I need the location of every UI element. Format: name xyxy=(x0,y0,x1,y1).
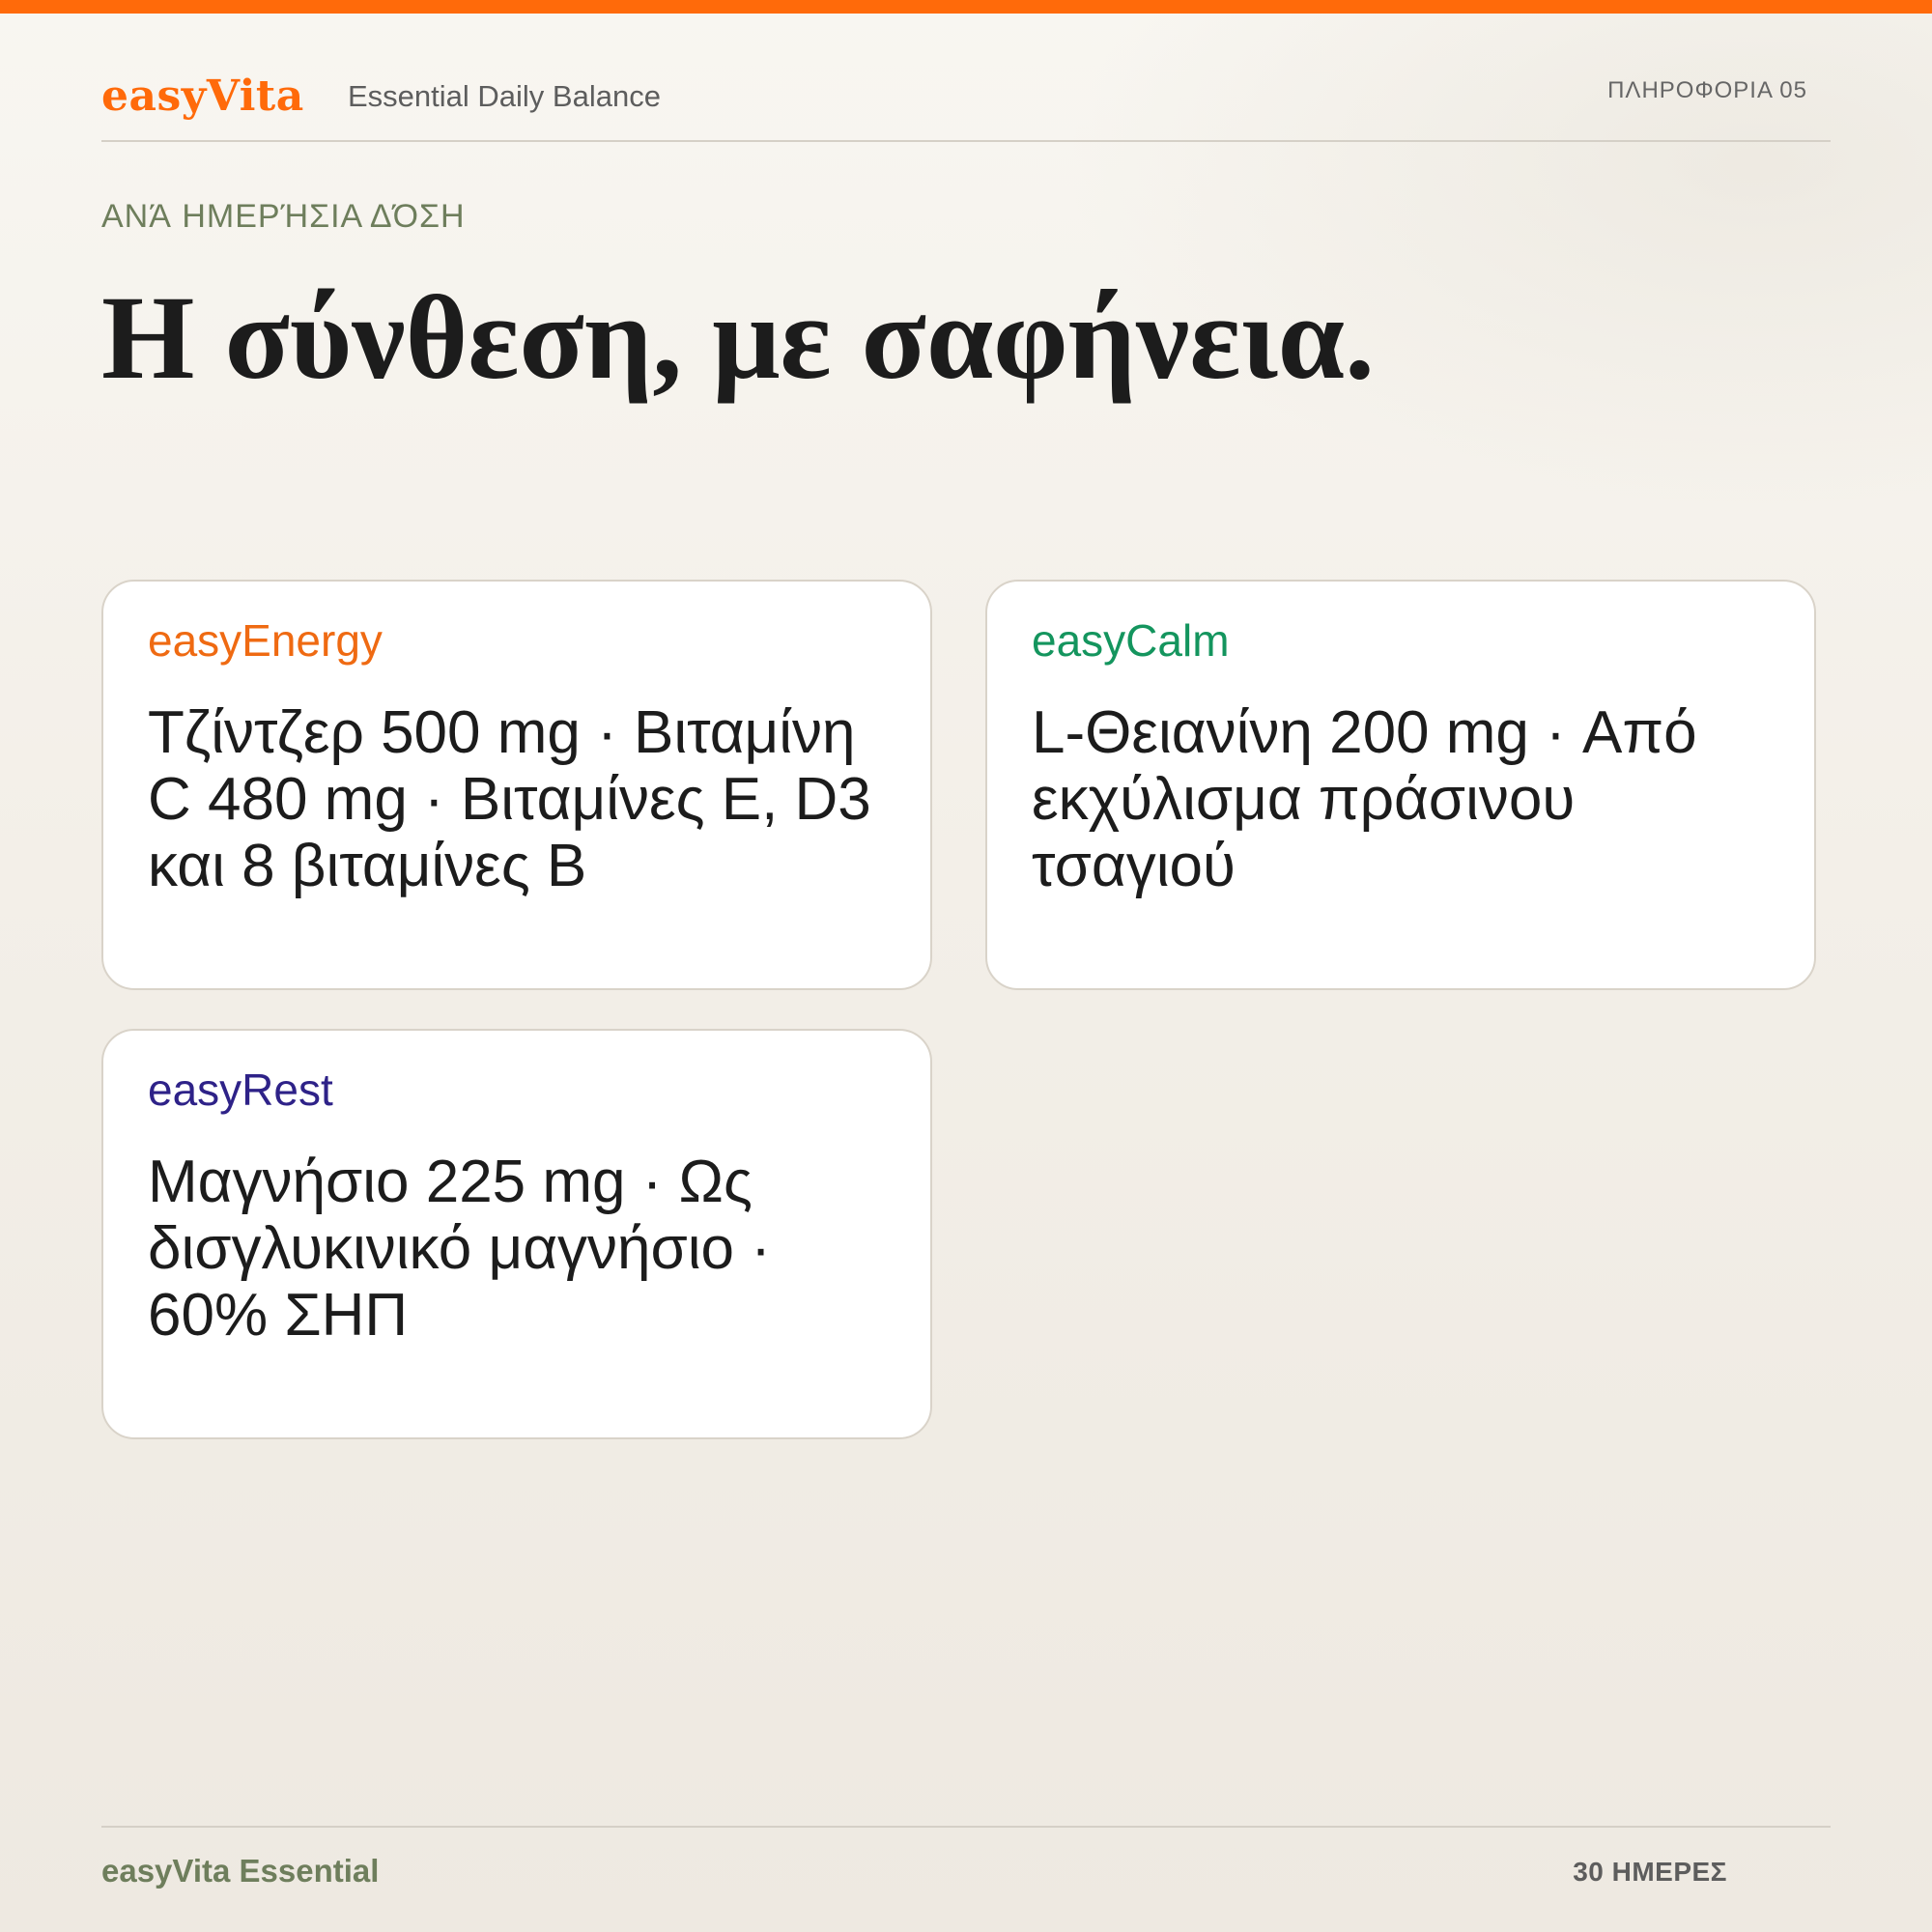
page-header: easyVita Essential Daily Balance ΠΛΗΡΟΦΟ… xyxy=(101,68,1831,145)
page-title: Η σύνθεση, με σαφήνεια. xyxy=(101,271,1375,404)
card-title: easyCalm xyxy=(1032,615,1230,666)
footer-brand: easyVita Essential xyxy=(101,1853,380,1889)
footer-duration: 30 ΗΜΕΡΕΣ xyxy=(1573,1857,1727,1887)
top-accent-bar xyxy=(0,0,1932,14)
card-easyenergy: easyEnergy Τζίντζερ 500 mg · Βιταμίνη C … xyxy=(101,580,932,990)
card-body: L-Θειανίνη 200 mg · Από εκχύλισμα πράσιν… xyxy=(1032,699,1697,899)
section-code: ΠΛΗΡΟΦΟΡΙΑ 05 xyxy=(1607,77,1807,103)
card-title: easyEnergy xyxy=(148,615,383,666)
card-title: easyRest xyxy=(148,1065,333,1115)
eyebrow-label: ΑΝΆ ΗΜΕΡΉΣΙΑ ΔΌΣΗ xyxy=(101,198,466,235)
brand-logo: easyVita xyxy=(101,71,304,121)
card-easycalm: easyCalm L-Θειανίνη 200 mg · Από εκχύλισ… xyxy=(985,580,1816,990)
card-easyrest: easyRest Μαγνήσιο 225 mg · Ως δισγλυκινι… xyxy=(101,1029,932,1439)
footer-divider xyxy=(101,1826,1831,1828)
brand-tagline: Essential Daily Balance xyxy=(348,79,661,113)
header-divider xyxy=(101,140,1831,142)
card-body: Μαγνήσιο 225 mg · Ως δισγλυκινικό μαγνήσ… xyxy=(148,1149,771,1349)
card-body: Τζίντζερ 500 mg · Βιταμίνη C 480 mg · Βι… xyxy=(148,699,871,899)
